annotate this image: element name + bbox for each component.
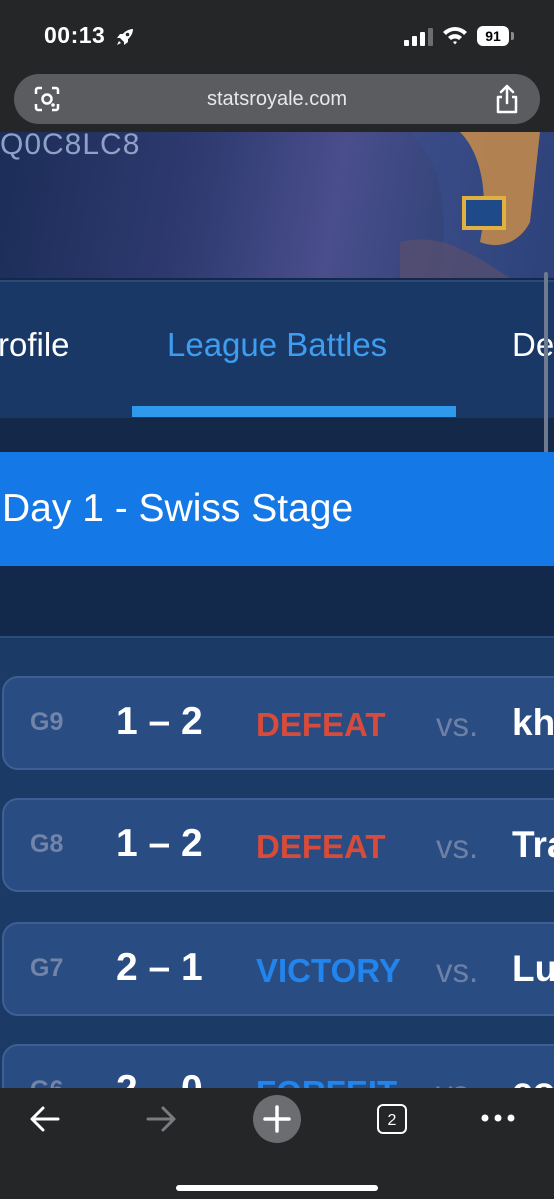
game-number: G7 xyxy=(30,954,64,982)
status-bar: 00:13 91 xyxy=(0,0,554,70)
battery-indicator: 91 xyxy=(477,26,509,46)
profile-hero-banner: Q0C8LC8 xyxy=(0,132,554,278)
opponent-name: Tra xyxy=(512,824,554,865)
wifi-icon xyxy=(443,27,467,45)
game-number: G9 xyxy=(30,708,64,736)
status-time: 00:13 xyxy=(44,22,106,48)
battle-row[interactable]: G9 1 – 2 DEFEAT vs. kh xyxy=(2,676,554,770)
battle-row[interactable]: G8 1 – 2 DEFEAT vs. Tra xyxy=(2,798,554,892)
battle-result: DEFEAT xyxy=(256,706,386,743)
game-number: G8 xyxy=(30,830,64,858)
battle-list: G9 1 – 2 DEFEAT vs. kh G8 1 – 2 DEFEAT v… xyxy=(0,636,554,1090)
share-icon[interactable] xyxy=(494,84,520,114)
tab-league-battles[interactable]: League Battles xyxy=(167,326,387,364)
tab-switcher-button[interactable]: 2 xyxy=(377,1104,407,1134)
opponent-name: kh xyxy=(512,702,554,743)
tab-profile[interactable]: rofile xyxy=(0,326,70,364)
opponent-name: co xyxy=(512,1070,554,1090)
player-tag: Q0C8LC8 xyxy=(0,132,141,161)
battle-score: 1 – 2 xyxy=(116,700,203,743)
back-arrow-icon[interactable] xyxy=(28,1102,62,1136)
battle-result: DEFEAT xyxy=(256,828,386,865)
character-artwork xyxy=(400,132,554,278)
browser-address-area: statsroyale.com xyxy=(0,70,554,132)
battle-row[interactable]: G7 2 – 1 VICTORY vs. Lu xyxy=(2,922,554,1016)
url-text: statsroyale.com xyxy=(206,88,348,110)
battle-result: VICTORY xyxy=(256,952,401,989)
forward-arrow-icon[interactable] xyxy=(144,1102,178,1136)
battle-score: 2 – 1 xyxy=(116,946,203,989)
profile-tabs: rofile League Battles De xyxy=(0,280,554,418)
cellular-signal-icon xyxy=(404,28,433,46)
battle-score: 1 – 2 xyxy=(116,822,203,865)
new-tab-plus-icon[interactable] xyxy=(252,1094,302,1144)
battery-tip xyxy=(511,32,514,40)
home-indicator xyxy=(176,1185,378,1191)
section-spacer xyxy=(0,566,554,636)
active-tab-indicator xyxy=(132,406,456,417)
opponent-name: Lu xyxy=(512,948,554,989)
stage-banner: Day 1 - Swiss Stage xyxy=(0,452,554,566)
battle-score: 2 – 0 xyxy=(116,1068,203,1090)
vs-label: vs. xyxy=(436,952,479,989)
address-bar[interactable]: statsroyale.com xyxy=(14,74,540,124)
vs-label: vs. xyxy=(436,828,479,865)
more-options-icon[interactable] xyxy=(480,1112,516,1124)
vs-label: vs. xyxy=(436,706,479,743)
browser-toolbar: 2 xyxy=(0,1088,554,1199)
rocket-icon xyxy=(117,29,133,45)
battle-row[interactable]: G6 2 – 0 FORFEIT vs. co xyxy=(2,1044,554,1090)
stage-title: Day 1 - Swiss Stage xyxy=(2,487,354,530)
